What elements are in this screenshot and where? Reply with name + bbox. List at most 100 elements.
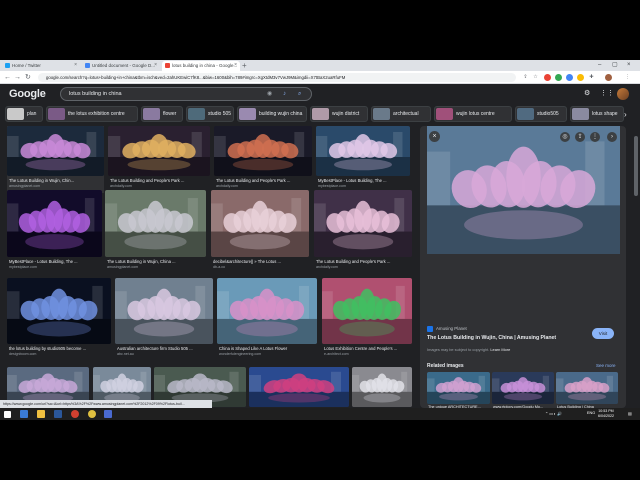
result-image[interactable] xyxy=(214,126,312,176)
image-result-card[interactable] xyxy=(352,367,412,408)
extension-icon[interactable] xyxy=(566,74,573,81)
result-image[interactable] xyxy=(7,126,104,176)
minimize-icon[interactable]: – xyxy=(598,60,601,70)
language-indicator[interactable]: ENG xyxy=(587,411,595,415)
close-tab-icon[interactable]: × xyxy=(154,62,157,68)
source-name[interactable]: Amusing Planet xyxy=(436,326,467,331)
next-arrow-icon[interactable]: › xyxy=(607,132,617,142)
share-icon[interactable]: ⇪ xyxy=(575,132,585,142)
image-result-card[interactable]: decibel&architecture|| » The Lotus ... db… xyxy=(211,190,309,274)
app-icon[interactable] xyxy=(104,410,112,418)
related-image[interactable] xyxy=(556,372,618,404)
file-explorer-icon[interactable] xyxy=(37,410,45,418)
app-icon[interactable] xyxy=(20,410,28,418)
result-image[interactable] xyxy=(352,367,412,407)
result-image[interactable] xyxy=(115,278,213,344)
result-caption[interactable]: Lotus Exhibition Centre and People's ... xyxy=(324,346,411,351)
notifications-icon[interactable]: ▤ xyxy=(628,411,632,416)
image-result-card[interactable]: The Lotus Building and People's Park ...… xyxy=(214,126,312,193)
learn-more-link[interactable]: Learn More xyxy=(490,347,510,352)
close-window-icon[interactable]: × xyxy=(627,60,631,70)
result-caption[interactable]: The Lotus Building and People's Park ... xyxy=(216,178,311,183)
image-result-card[interactable]: Australian architecture firm Studio 505 … xyxy=(115,278,213,361)
chrome-icon[interactable] xyxy=(88,410,96,418)
result-image[interactable] xyxy=(7,278,111,344)
camera-icon[interactable]: ◉ xyxy=(267,91,272,98)
windows-start-icon[interactable] xyxy=(4,410,11,418)
settings-gear-icon[interactable]: ⚙ xyxy=(584,90,590,98)
tab-google-docs[interactable]: Untitled document - Google D... × xyxy=(82,61,160,71)
result-caption[interactable]: MyBestPlace - Lotus Building, The ... xyxy=(9,259,101,264)
app-icon[interactable] xyxy=(54,410,62,418)
result-image[interactable] xyxy=(249,367,349,407)
result-image[interactable] xyxy=(211,190,309,257)
search-box[interactable]: lotus building in china ◉ ♪ ⌕ xyxy=(60,87,312,101)
reload-icon[interactable]: ↻ xyxy=(25,73,31,82)
chip-flower[interactable]: flower xyxy=(141,106,183,122)
share-icon[interactable]: ⇪ xyxy=(522,74,529,81)
chip-wujin-lotus-centre[interactable]: wujin lotus centre xyxy=(434,106,512,122)
chip-wujin-district[interactable]: wujin district xyxy=(310,106,368,122)
result-image[interactable] xyxy=(322,278,412,344)
image-result-card[interactable]: The Lotus Building in Wujin, Chin... amus… xyxy=(7,126,104,193)
result-caption[interactable]: China is Shaped Like A Lotus Flower xyxy=(219,346,316,351)
google-logo[interactable]: Google xyxy=(9,88,46,100)
result-caption[interactable]: The Lotus Building and People's Park ... xyxy=(110,178,209,183)
result-caption[interactable]: MyBestPlace - Lotus Building, The ... xyxy=(318,178,409,183)
related-image-card[interactable]: The unique ARCHITECTURE...inspirationfee… xyxy=(427,372,490,408)
result-image[interactable] xyxy=(108,126,210,176)
related-image-card[interactable]: www.rtplcpy.com/Goodu Mo...rtplcpy.com xyxy=(492,372,554,408)
lens-icon[interactable]: ◎ xyxy=(560,132,570,142)
result-image[interactable] xyxy=(316,126,410,176)
image-result-card[interactable]: The Lotus Building in Wujin, China ... am… xyxy=(105,190,206,274)
back-icon[interactable]: ← xyxy=(4,73,11,82)
forward-icon[interactable]: → xyxy=(14,73,21,82)
related-image-card[interactable]: Lotus Building | China xyxy=(556,372,618,408)
result-image[interactable] xyxy=(314,190,412,257)
tab-google-search[interactable]: lotus building in china - Google... × xyxy=(162,61,240,71)
result-caption[interactable]: the lotus building by studio505 become .… xyxy=(9,346,110,351)
result-caption[interactable]: The Lotus Building and People's Park ... xyxy=(316,259,411,264)
related-image[interactable] xyxy=(492,372,554,404)
chip-plan[interactable]: plan xyxy=(5,106,43,122)
maximize-icon[interactable]: ▢ xyxy=(612,60,618,70)
new-tab-button[interactable]: + xyxy=(242,61,247,70)
page-scrollbar[interactable] xyxy=(632,126,640,408)
clock[interactable]: 10:53 PM 6/04/2022 xyxy=(598,409,614,418)
extension-icon[interactable] xyxy=(544,74,551,81)
bookmark-star-icon[interactable]: ☆ xyxy=(532,74,539,81)
result-caption[interactable]: decibel&architecture|| » The Lotus ... xyxy=(213,259,308,264)
extension-icon[interactable] xyxy=(555,74,562,81)
chip-studio-505[interactable]: studio 505 xyxy=(186,106,234,122)
result-image[interactable] xyxy=(105,190,206,257)
chip-architectual[interactable]: architectual xyxy=(371,106,431,122)
close-icon[interactable]: × xyxy=(429,131,440,142)
image-result-card[interactable]: The Lotus Building and People's Park ...… xyxy=(108,126,210,193)
close-tab-icon[interactable]: × xyxy=(74,62,77,68)
chip-the-lotus-exhibition-centre[interactable]: the lotus exhibition centre xyxy=(46,106,138,122)
image-result-card[interactable] xyxy=(249,367,349,408)
chip-lotus-shape[interactable]: lotus shape xyxy=(570,106,624,122)
result-image[interactable] xyxy=(217,278,317,344)
image-result-card[interactable]: China is Shaped Like A Lotus Flower wonde… xyxy=(217,278,317,361)
account-avatar[interactable] xyxy=(617,88,629,100)
preview-image[interactable] xyxy=(427,126,620,254)
result-caption[interactable]: Australian architecture firm Studio 505 … xyxy=(117,346,212,351)
tray-icons[interactable]: ⌃ ▭ ◐ 🔊 xyxy=(545,411,562,416)
preview-title[interactable]: The Lotus Building in Wujin, China | Amu… xyxy=(427,335,556,341)
scrollbar-thumb[interactable] xyxy=(634,136,638,196)
extensions-puzzle-icon[interactable]: ✚ xyxy=(588,74,595,81)
browser-menu-icon[interactable]: ⋮ xyxy=(624,74,631,81)
image-result-card[interactable]: MyBestPlace - Lotus Building, The ... myb… xyxy=(7,190,102,274)
visit-button[interactable]: Visit xyxy=(592,328,614,339)
chips-scroll-right-icon[interactable]: › xyxy=(624,110,627,119)
search-input[interactable]: lotus building in china xyxy=(69,91,122,97)
search-icon[interactable]: ⌕ xyxy=(298,91,301,98)
image-result-card[interactable]: the lotus building by studio505 become .… xyxy=(7,278,111,361)
chip-studio505[interactable]: studio505 xyxy=(515,106,567,122)
microphone-icon[interactable]: ♪ xyxy=(283,91,286,98)
tab-twitter[interactable]: Home / Twitter × xyxy=(2,61,80,71)
result-caption[interactable]: The Lotus Building in Wujin, China ... xyxy=(107,259,205,264)
address-bar[interactable]: google.com/search?q=lotus+building+in+ch… xyxy=(38,73,516,82)
image-result-card[interactable]: Lotus Exhibition Centre and People's ...… xyxy=(322,278,412,361)
